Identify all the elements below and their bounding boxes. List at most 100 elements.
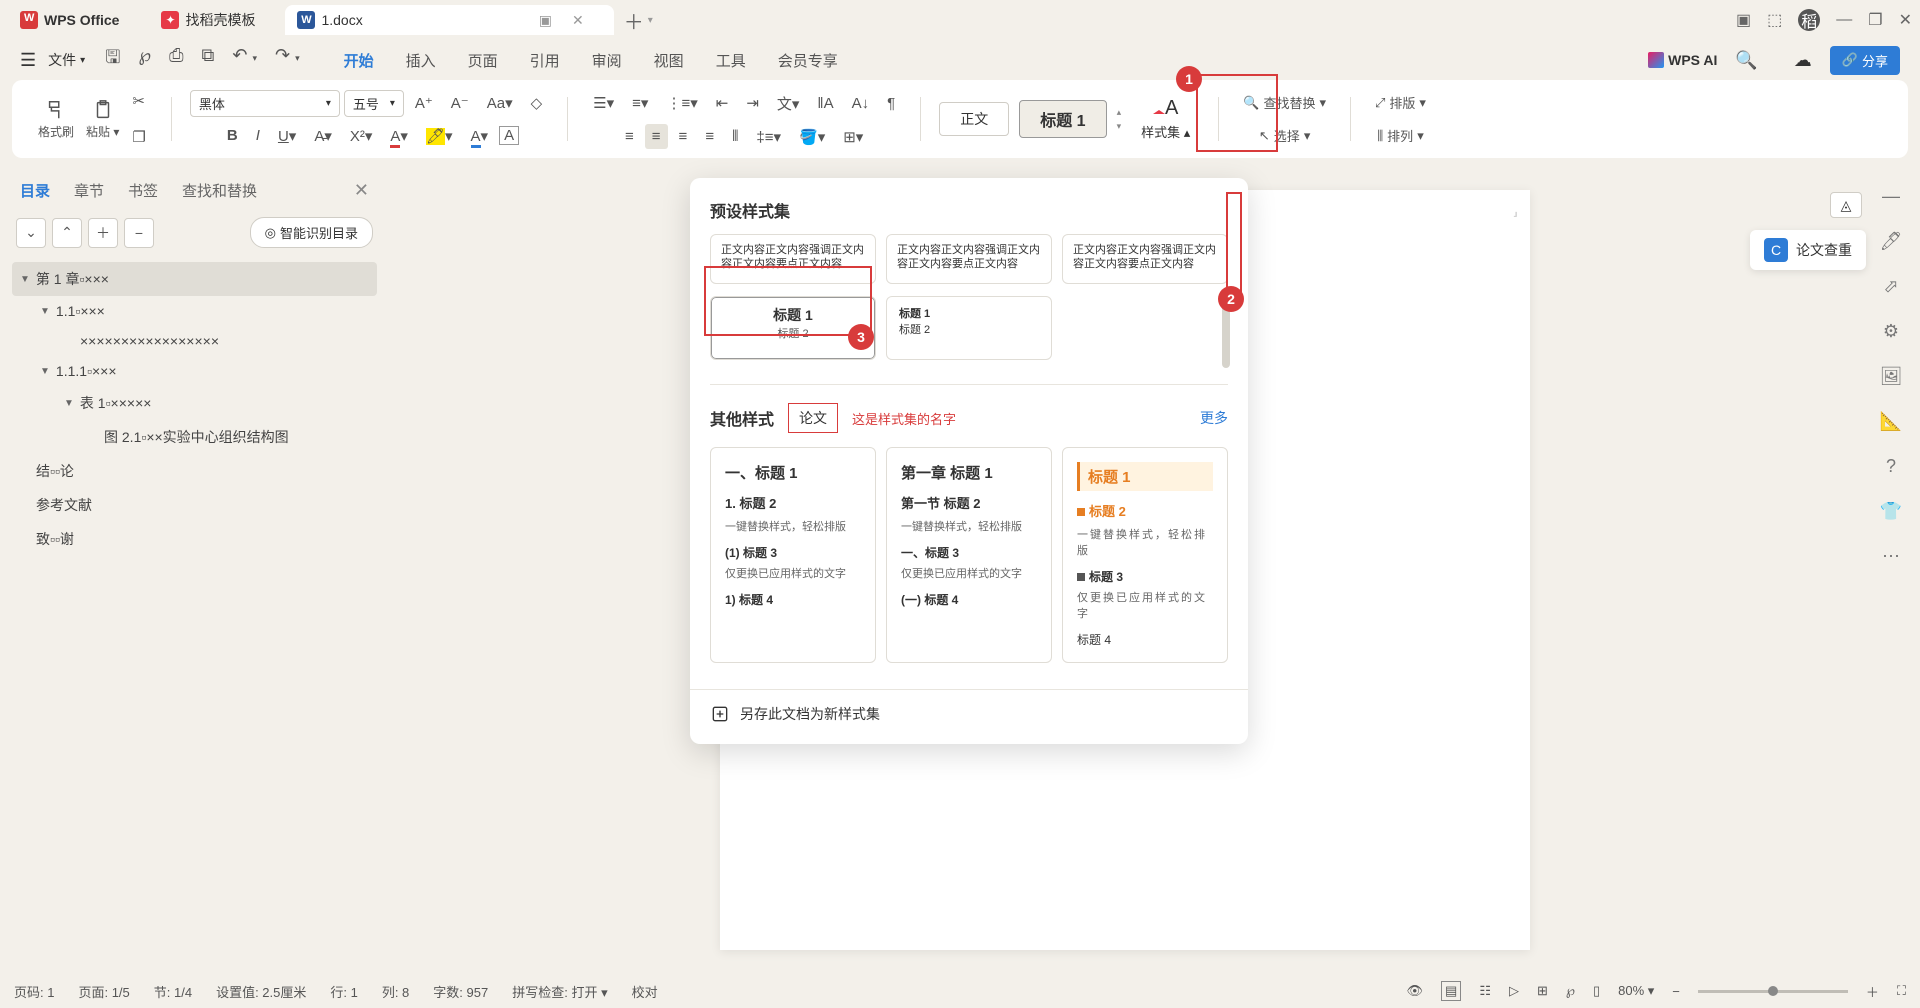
zoom-value[interactable]: 80% ▾ [1618,983,1654,999]
panel-tab-toc[interactable]: 目录 [20,180,50,201]
underline-icon[interactable]: U▾ [271,123,303,149]
toc-item[interactable]: ××××××××××××××××× [12,326,377,356]
right-cursor-icon[interactable]: ⬀ [1883,276,1898,297]
status-words[interactable]: 字数: 957 [433,982,488,1001]
tab-menu-icon[interactable]: ▾ [648,15,653,26]
scroll-top-button[interactable]: ◬ [1830,192,1862,218]
number-list-icon[interactable]: ≡▾ [625,90,655,116]
right-pen-icon[interactable]: 🖊 [1880,231,1903,252]
expand-icon[interactable]: ⌃ [52,218,82,248]
sort-icon[interactable]: A↓ [845,91,877,116]
print-preview-icon[interactable]: ⧉ [201,45,214,75]
right-more-icon[interactable]: ⋯ [1882,546,1900,567]
align-right-icon[interactable]: ≡ [672,124,695,149]
view-marks-icon[interactable]: ▯ [1593,983,1600,999]
redo-icon[interactable]: ↷ ▾ [275,45,300,75]
close-icon[interactable]: ✕ [1899,10,1912,30]
select-button[interactable]: ↖ 选择 ▾ [1253,122,1316,149]
clear-format-icon[interactable]: ◇ [524,90,550,116]
arrange-button[interactable]: ⫼ 排列 ▾ [1371,122,1430,149]
paste-button[interactable]: 粘贴 ▾ [80,97,125,142]
search-icon[interactable]: 🔍 [1735,50,1757,71]
view-grid-icon[interactable]: ⊞ [1537,983,1548,999]
bullet-list-icon[interactable]: ☰▾ [586,90,621,116]
window-snap-icon[interactable]: ▣ [1736,10,1751,30]
decrease-font-icon[interactable]: A⁻ [444,90,476,116]
font-color-icon[interactable]: A▾ [383,123,415,149]
smart-toc-button[interactable]: ◎ 智能识别目录 [250,217,373,248]
status-row[interactable]: 行: 1 [330,982,357,1001]
toc-item[interactable]: 图 2.1▫××实验中心组织结构图 [12,420,377,454]
save-icon[interactable]: 🖫 [105,45,120,75]
multilevel-list-icon[interactable]: ⋮≡▾ [659,90,704,116]
status-page-no[interactable]: 页码: 1 [14,982,54,1001]
view-page-icon[interactable]: ▤ [1441,981,1461,1001]
preset-thumb-1[interactable]: 正文内容正文内容强调正文内容正文内容要点正文内容 [710,234,876,284]
view-link-icon[interactable]: ℘ [1566,983,1575,999]
remove-icon[interactable]: − [124,218,154,248]
print-icon[interactable]: ⎙ [169,45,183,75]
fill-icon[interactable]: 🪣▾ [792,124,832,150]
style-normal[interactable]: 正文 [939,102,1009,136]
toc-item[interactable]: ▼1.1▫××× [12,296,377,326]
toc-item[interactable]: 结▫▫论 [12,454,377,488]
right-ruler-icon[interactable]: 📐 [1880,411,1902,432]
paper-check-button[interactable]: C论文查重 [1750,230,1866,270]
layout-button[interactable]: ⤢ 排版 ▾ [1369,89,1432,116]
toc-item[interactable]: ▼表 1▫××××× [12,386,377,420]
tab-insert[interactable]: 插入 [406,50,436,71]
app-tab-wps[interactable]: WPS Office [8,5,149,35]
font-family-select[interactable]: 黑体▾ [190,90,340,117]
status-setting[interactable]: 设置值: 2.5厘米 [216,982,306,1001]
save-as-styleset-button[interactable]: 另存此文档为新样式集 [690,689,1248,728]
decrease-indent-icon[interactable]: ⇤ [709,90,736,116]
tab-review[interactable]: 审阅 [592,50,622,71]
tab-page[interactable]: 页面 [468,50,498,71]
shading-color-icon[interactable]: A▾ [464,123,496,149]
toc-item[interactable]: 参考文献 [12,488,377,522]
strikethrough-icon[interactable]: A̵▾ [307,123,339,149]
cube-icon[interactable]: ⬚ [1767,10,1782,30]
styleset-button[interactable]: A 样式集 ▴ [1131,95,1200,143]
tab-view[interactable]: 视图 [654,50,684,71]
right-slider-icon[interactable]: ⚙ [1883,321,1899,342]
cloud-icon[interactable]: ☁ [1794,50,1812,71]
zoom-out-icon[interactable]: − [1672,984,1680,999]
view-outline-icon[interactable]: ☷ [1479,983,1491,999]
file-menu[interactable]: 文件▾ [40,46,93,74]
add-icon[interactable]: ＋ [88,218,118,248]
status-spell[interactable]: 拼写检查: 打开 ▾ [512,982,607,1001]
show-marks-icon[interactable]: ¶ [880,91,902,116]
collapse-icon[interactable]: ⌄ [16,218,46,248]
panel-tab-chapter[interactable]: 章节 [74,180,104,201]
share-button[interactable]: 🔗 分享 [1830,46,1900,75]
right-help-icon[interactable]: ? [1886,456,1896,477]
right-stamp-icon[interactable]: 👕 [1880,501,1902,522]
font-size-select[interactable]: 五号▾ [344,90,404,117]
status-col[interactable]: 列: 8 [382,982,409,1001]
panel-tab-bookmark[interactable]: 书签 [128,180,158,201]
preset-style-h2-card[interactable]: 标题 1 标题 2 [886,296,1052,360]
format-painter-button[interactable]: 格式刷 [32,97,80,142]
status-review[interactable]: 校对 [632,982,658,1001]
document-tab[interactable]: W1.docx▣✕ [285,5,613,35]
other-style-card-1[interactable]: 一、标题 1 1. 标题 2 一键替换样式，轻松排版 (1) 标题 3 仅更换已… [710,447,876,663]
tab-vip[interactable]: 会员专享 [778,50,838,71]
status-page[interactable]: 页面: 1/5 [78,982,129,1001]
line-spacing-icon[interactable]: ‡≡▾ [749,124,788,150]
panel-tab-find[interactable]: 查找和替换 [182,180,257,201]
asian-layout-icon[interactable]: ‖A [810,91,840,116]
superscript-icon[interactable]: X²▾ [343,123,380,149]
change-case-icon[interactable]: Aa▾ [480,90,520,116]
increase-font-icon[interactable]: A⁺ [408,90,440,116]
toc-item[interactable]: ▼1.1.1▫××× [12,356,377,386]
tab-window-icon[interactable]: ▣ [539,12,552,29]
text-direction-icon[interactable]: 文▾ [770,89,807,118]
fullscreen-icon[interactable]: ⛶ [1897,983,1906,999]
preset-thumb-2[interactable]: 正文内容正文内容强调正文内容正文内容要点正文内容 [886,234,1052,284]
more-styles-button[interactable]: 更多 [1200,408,1228,428]
tab-reference[interactable]: 引用 [530,50,560,71]
new-tab-button[interactable]: ＋ [624,6,644,35]
page-scrollbar[interactable] [1512,190,1522,950]
increase-indent-icon[interactable]: ⇥ [739,90,766,116]
